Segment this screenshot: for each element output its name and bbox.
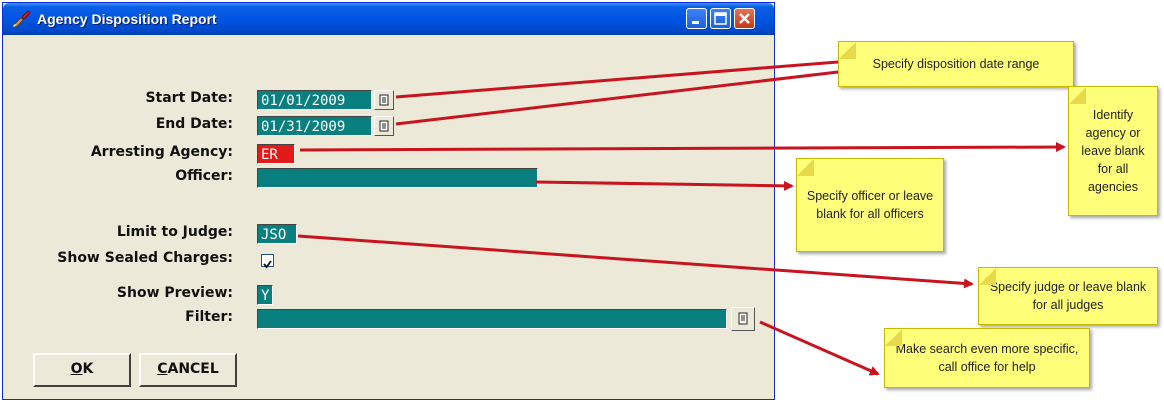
ok-label: K — [82, 361, 94, 377]
minimize-icon — [692, 21, 699, 24]
arrow-filter — [759, 320, 880, 376]
note-judge-text: Specify judge or leave blank for all jud… — [989, 280, 1147, 312]
filter-label: Filter: — [185, 309, 233, 325]
note-officer-text: Specify officer or leave blank for all o… — [806, 189, 934, 221]
end-date-label: End Date: — [155, 116, 233, 132]
officer-label: Officer: — [175, 168, 233, 184]
end-date-calendar-button[interactable] — [374, 116, 394, 136]
cancel-accelerator: C — [157, 361, 168, 377]
arresting-agency-label: Arresting Agency: — [90, 144, 233, 160]
report-window: Agency Disposition Report Start Date: 01… — [2, 2, 775, 400]
form-area: Start Date: 01/01/2009 End Date: 01/31/2… — [7, 35, 770, 395]
ok-accelerator: O — [70, 361, 83, 377]
show-preview-input[interactable]: Y — [257, 285, 273, 305]
note-officer: Specify officer or leave blank for all o… — [796, 158, 944, 252]
calendar-icon — [379, 94, 389, 106]
note-filter-text: Make search even more specific, call off… — [895, 342, 1079, 374]
note-filter: Make search even more specific, call off… — [884, 328, 1090, 388]
arresting-agency-input[interactable]: ER — [257, 144, 295, 164]
checkmark-icon — [263, 260, 272, 269]
start-date-calendar-button[interactable] — [374, 90, 394, 110]
note-date-range-text: Specify disposition date range — [872, 57, 1040, 71]
note-judge: Specify judge or leave blank for all jud… — [978, 267, 1158, 325]
judge-input[interactable]: JSO — [257, 224, 297, 244]
start-date-label: Start Date: — [145, 90, 233, 106]
maximize-icon — [714, 12, 727, 25]
show-sealed-label: Show Sealed Charges: — [57, 250, 233, 266]
officer-input[interactable] — [257, 168, 538, 188]
show-sealed-checkbox[interactable] — [261, 254, 274, 269]
note-date-range: Specify disposition date range — [838, 41, 1074, 87]
cancel-button[interactable]: CANCEL — [139, 353, 237, 387]
limit-judge-label: Limit to Judge: — [116, 224, 233, 240]
cancel-label: ANCEL — [167, 361, 219, 377]
close-button[interactable] — [734, 8, 755, 29]
close-icon — [739, 13, 750, 24]
maximize-button[interactable] — [710, 8, 731, 29]
end-date-input[interactable]: 01/31/2009 — [257, 116, 372, 136]
ok-button[interactable]: OK — [33, 353, 131, 387]
window-title: Agency Disposition Report — [37, 11, 217, 27]
note-agency-text: Identify agency or leave blank for all a… — [1081, 108, 1145, 194]
start-date-input[interactable]: 01/01/2009 — [257, 90, 372, 110]
minimize-button[interactable] — [686, 8, 707, 29]
filter-lookup-button[interactable] — [731, 307, 755, 331]
title-bar[interactable]: Agency Disposition Report — [3, 3, 774, 35]
filter-input[interactable] — [257, 309, 727, 329]
show-preview-label: Show Preview: — [116, 285, 233, 301]
paintbrush-icon — [13, 10, 31, 28]
lookup-icon — [738, 312, 748, 325]
calendar-icon — [379, 120, 389, 132]
note-agency: Identify agency or leave blank for all a… — [1068, 86, 1158, 216]
